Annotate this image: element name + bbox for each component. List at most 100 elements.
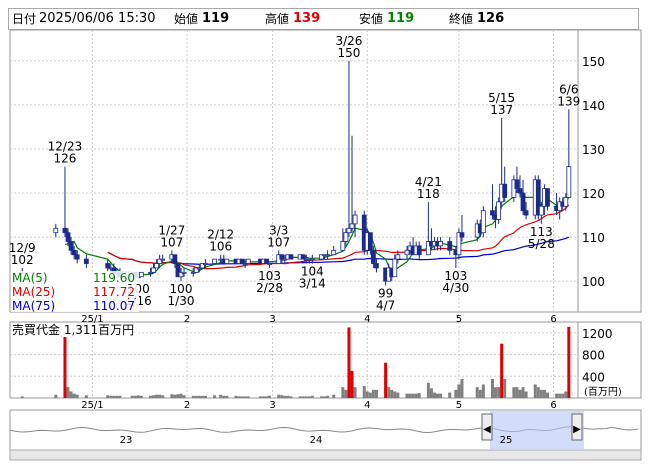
volume-bar: [200, 395, 204, 398]
month-label: 5: [456, 314, 462, 325]
volume-bar: [521, 387, 525, 398]
volume-bar: [475, 387, 479, 398]
candle-body: [416, 245, 422, 256]
candle-body: [370, 249, 376, 264]
volume-bar: [512, 387, 516, 398]
volume-bar: [194, 395, 198, 398]
volume-bar: [414, 393, 418, 398]
candle-body: [352, 214, 358, 225]
candle-body: [309, 258, 315, 261]
volume-bar: [155, 394, 159, 398]
candle-body: [288, 254, 294, 260]
volume-bar: [555, 393, 559, 398]
price-tick-label: 120: [582, 187, 605, 201]
volume-bar: [265, 396, 269, 398]
candle-body: [71, 249, 77, 256]
candle-body: [172, 254, 178, 264]
price-chart-svg: 12/910212/231261001/161/271071001/302/12…: [9, 29, 642, 461]
candle-body: [68, 241, 74, 251]
volume-bar: [365, 391, 369, 398]
volume-bar: [191, 395, 195, 398]
price-tick-label: 130: [582, 143, 605, 157]
volume-bar: [417, 393, 421, 398]
volume-bar: [304, 396, 308, 398]
candle-body: [300, 254, 306, 260]
volume-bar: [20, 396, 24, 398]
month-label: 2: [184, 400, 190, 411]
annotation-value: 107: [160, 235, 183, 249]
volume-bar: [432, 392, 436, 398]
volume-bar: [133, 395, 137, 398]
candle-body: [404, 249, 410, 256]
volume-bar: [109, 395, 113, 398]
candle-body: [545, 188, 550, 207]
annotation-value: 126: [54, 152, 77, 166]
candle-body: [517, 188, 523, 194]
candle-body: [151, 267, 156, 273]
month-label: 4: [364, 400, 370, 411]
navigator-scrollbar[interactable]: [9, 449, 642, 461]
candle-body: [138, 271, 144, 278]
annotation-date: 5/28: [528, 237, 555, 251]
navigator-year-label: 25: [500, 435, 513, 446]
month-label: 25/1: [81, 400, 103, 411]
volume-bar: [84, 395, 88, 398]
volume-bar: [497, 387, 501, 398]
month-label: 4: [364, 314, 370, 325]
candle-body: [438, 241, 443, 247]
volume-bar: [564, 391, 568, 398]
volume-bar: [561, 393, 565, 398]
volume-bar: [567, 326, 571, 398]
annotation-date: 1/30: [168, 294, 195, 308]
volume-bar: [280, 395, 284, 398]
price-panel-frame: [9, 29, 642, 313]
volume-bar: [494, 387, 498, 398]
annotation-value: 107: [267, 235, 290, 249]
month-label: 3: [269, 400, 275, 411]
volume-bar: [518, 389, 522, 398]
volume-bar: [405, 393, 409, 398]
volume-bar: [148, 395, 152, 398]
volume-bar: [63, 330, 67, 398]
volume-bar: [170, 394, 174, 398]
annotation-date: 4/7: [376, 299, 395, 313]
candle-body: [65, 232, 71, 242]
volume-bar: [500, 343, 504, 398]
volume-bar: [503, 379, 507, 398]
candle-body: [395, 254, 401, 260]
candle-body: [502, 183, 508, 198]
candle-body: [480, 210, 486, 234]
volume-bar: [240, 396, 244, 398]
month-label: 3: [269, 314, 275, 325]
annotation-value: 106: [209, 240, 232, 254]
volume-bar: [54, 394, 58, 398]
volume-bar: [173, 394, 177, 398]
candle-body: [154, 263, 159, 269]
candle-body: [325, 254, 330, 257]
month-label: 5: [456, 400, 462, 411]
candle-body: [523, 210, 529, 216]
volume-bar: [542, 389, 546, 398]
volume-bar: [130, 395, 134, 398]
legend-value: 110.07: [93, 299, 135, 313]
volume-bar: [460, 379, 464, 398]
volume-bar: [353, 387, 357, 398]
candle-body: [349, 223, 355, 229]
volume-bar: [225, 395, 229, 398]
volume-bar: [384, 362, 388, 398]
volume-bar: [258, 396, 262, 398]
volume-bar: [179, 393, 183, 398]
volume-bar: [182, 395, 186, 398]
volume-bar: [344, 389, 348, 398]
volume-tick-label: 400: [582, 370, 605, 384]
volume-bar: [457, 384, 461, 398]
candle-body: [538, 205, 544, 216]
volume-bar: [286, 395, 290, 398]
candle-body: [563, 197, 569, 207]
volume-bar: [408, 393, 412, 398]
volume-bar: [307, 396, 311, 398]
volume-bar: [283, 395, 287, 398]
volume-bar: [213, 395, 217, 398]
candle-body: [374, 263, 379, 269]
candle-body: [212, 258, 218, 264]
